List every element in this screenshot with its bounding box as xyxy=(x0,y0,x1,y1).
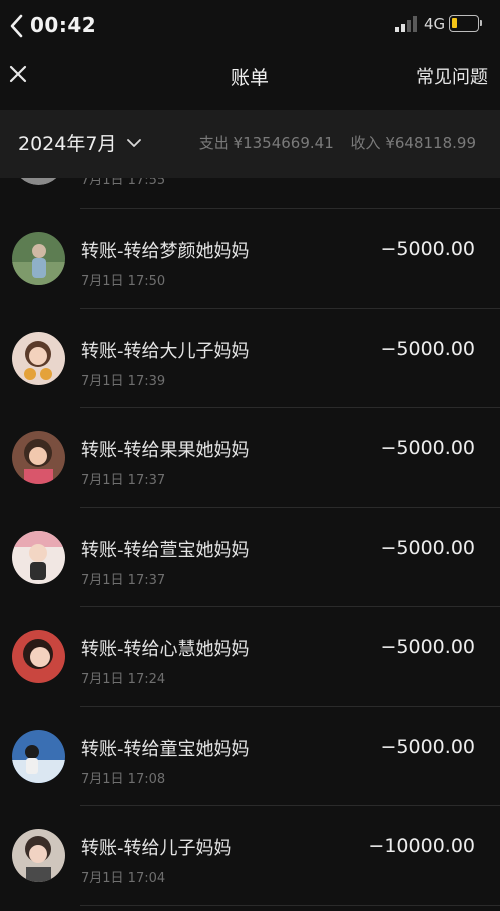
transaction-time: 7月1日 17:08 xyxy=(81,771,166,787)
transaction-time: 7月1日 17:55 xyxy=(81,178,166,188)
battery-icon xyxy=(449,15,482,32)
transaction-amount: −5000.00 xyxy=(380,337,476,360)
transaction-description: 转账-转给大儿子妈妈 xyxy=(81,340,250,362)
transaction-list[interactable]: 7月1日 17:55 转账-转给梦颜她妈妈 7月1日 17:50 −5000.0… xyxy=(0,178,500,911)
list-item[interactable]: 转账-转给梦颜她妈妈 7月1日 17:50 −5000.00 xyxy=(0,209,500,309)
network-type: 4G xyxy=(424,15,446,33)
back-chevron-icon[interactable] xyxy=(6,12,28,40)
list-item[interactable]: 转账-转给童宝她妈妈 7月1日 17:08 −5000.00 xyxy=(0,707,500,806)
summary-totals: 支出 ¥1354669.41 收入 ¥648118.99 xyxy=(199,132,476,153)
transaction-time: 7月1日 17:50 xyxy=(81,274,166,289)
list-item[interactable]: 转账-转给萱宝她妈妈 7月1日 17:37 −5000.00 xyxy=(0,508,500,607)
status-bar: 00:42 4G xyxy=(0,0,500,50)
avatar xyxy=(12,431,65,484)
avatar xyxy=(12,331,65,385)
monthly-summary: 2024年7月 支出 ¥1354669.41 收入 ¥648118.99 xyxy=(0,110,500,178)
list-item[interactable]: 转账-转给果果她妈妈 7月1日 17:37 −5000.00 xyxy=(0,408,500,508)
list-item[interactable]: 转账-转给心慧她妈妈 7月1日 17:24 −5000.00 xyxy=(0,607,500,707)
transaction-description: 转账-转给童宝她妈妈 xyxy=(81,738,250,760)
signal-strength-icon xyxy=(395,16,417,32)
income-value: ¥648118.99 xyxy=(385,134,476,152)
faq-link[interactable]: 常见问题 xyxy=(416,63,488,89)
transaction-time: 7月1日 17:37 xyxy=(81,473,166,488)
income-label: 收入 xyxy=(350,134,381,152)
status-time: 00:42 xyxy=(30,13,97,37)
transaction-time: 7月1日 17:37 xyxy=(81,572,166,588)
avatar xyxy=(12,530,65,584)
transaction-time: 7月1日 17:39 xyxy=(81,373,166,389)
transaction-amount: −5000.00 xyxy=(380,536,476,559)
divider xyxy=(80,904,500,906)
transaction-description: 转账-转给儿子妈妈 xyxy=(81,838,232,859)
month-label: 2024年7月 xyxy=(18,133,117,155)
transaction-amount: −5000.00 xyxy=(380,437,476,459)
expense-label: 支出 xyxy=(198,134,229,152)
transaction-description: 转账-转给果果她妈妈 xyxy=(81,440,250,461)
transaction-time: 7月1日 17:04 xyxy=(81,871,166,886)
avatar xyxy=(12,630,65,683)
nav-bar: 账单 常见问题 xyxy=(0,50,500,102)
transaction-description: 转账-转给梦颜她妈妈 xyxy=(81,241,250,262)
avatar xyxy=(12,729,65,783)
transaction-amount: −10000.00 xyxy=(368,835,475,857)
transaction-description: 转账-转给心慧她妈妈 xyxy=(81,639,250,660)
transaction-amount: −5000.00 xyxy=(380,735,476,758)
avatar xyxy=(12,232,65,285)
list-item[interactable]: 7月1日 17:55 xyxy=(0,178,500,209)
expense-value: ¥1354669.41 xyxy=(233,134,334,152)
list-item[interactable]: 转账-转给大儿子妈妈 7月1日 17:39 −5000.00 xyxy=(0,309,500,408)
transaction-time: 7月1日 17:24 xyxy=(81,672,166,687)
month-picker[interactable]: 2024年7月 xyxy=(18,129,142,156)
battery-level xyxy=(452,18,457,28)
avatar xyxy=(12,178,65,185)
transaction-amount: −5000.00 xyxy=(380,636,476,658)
avatar xyxy=(12,829,65,882)
transaction-amount: −5000.00 xyxy=(380,238,476,260)
transaction-description: 转账-转给萱宝她妈妈 xyxy=(81,539,250,561)
list-item[interactable]: 转账-转给儿子妈妈 7月1日 17:04 −10000.00 xyxy=(0,806,500,906)
chevron-down-icon xyxy=(127,138,142,147)
